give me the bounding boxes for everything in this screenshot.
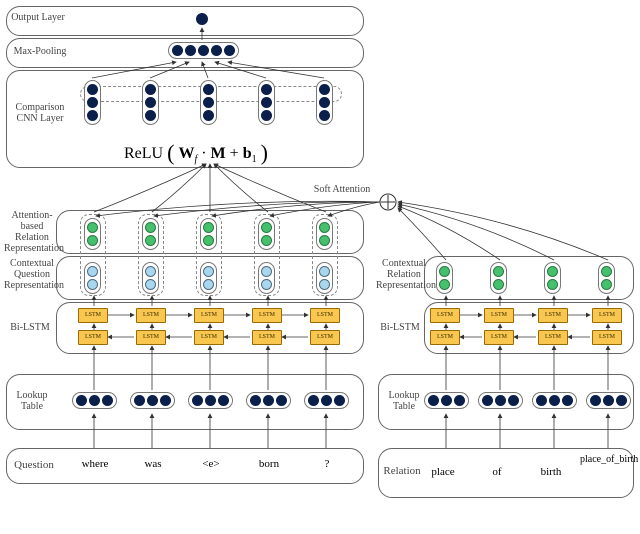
label-lookup-right: Lookup Table [382,390,426,412]
qtok-4: born [246,458,292,470]
lstm-l-t-4: LSTM [252,308,282,323]
ctxr-col-2 [490,262,507,294]
lk-r-3 [532,392,577,409]
label-cnn: Comparison CNN Layer [10,102,70,124]
cnn-col-5 [316,80,333,125]
soft-attention-icon [378,192,398,212]
paren-close: ) [261,140,268,165]
cnn-col-4 [258,80,275,125]
relu-label: ReLU [124,145,163,162]
lk-r-2 [478,392,523,409]
ctxr-col-4 [598,262,615,294]
lstm-r-b-4: LSTM [592,330,622,345]
ctxq-col-3 [200,262,217,294]
label-ctx-q: Contextual Question Representation [4,258,60,291]
m-matrix: M [211,145,226,162]
lstm-l-b-1: LSTM [78,330,108,345]
rtok-1: place [420,466,466,478]
w-sub: f [194,154,197,165]
lstm-l-t-3: LSTM [194,308,224,323]
label-bilstm-left: Bi-LSTM [8,322,52,333]
lstm-r-t-4: LSTM [592,308,622,323]
ctxq-col-2 [142,262,159,294]
rtok-3: birth [528,466,574,478]
lk-l-1 [72,392,117,409]
lstm-l-b-5: LSTM [310,330,340,345]
dot-op: · [201,145,210,162]
attn-col-1 [84,218,101,250]
lk-r-1 [424,392,469,409]
rtok-4: place_of_birth [580,454,632,465]
ctxr-col-3 [544,262,561,294]
qtok-3: <e> [188,458,234,470]
lstm-l-t-1: LSTM [78,308,108,323]
attn-col-3 [200,218,217,250]
cnn-col-1 [84,80,101,125]
lstm-r-b-1: LSTM [430,330,460,345]
lstm-l-t-5: LSTM [310,308,340,323]
b-sub: 1 [252,154,257,165]
attn-col-2 [142,218,159,250]
label-lookup-left: Lookup Table [10,390,54,412]
b-vec: b [243,145,252,162]
lk-l-4 [246,392,291,409]
lk-r-4 [586,392,631,409]
label-question: Question [12,460,56,471]
lstm-r-t-1: LSTM [430,308,460,323]
lk-l-2 [130,392,175,409]
qtok-2: was [130,458,176,470]
paren-open: ( [167,140,174,165]
lstm-r-t-2: LSTM [484,308,514,323]
lstm-r-b-2: LSTM [484,330,514,345]
output-node [196,13,208,25]
attn-col-4 [258,218,275,250]
rtok-2: of [474,466,520,478]
ctxr-col-1 [436,262,453,294]
lstm-l-b-3: LSTM [194,330,224,345]
maxpool-vector [168,42,239,59]
attn-col-5 [316,218,333,250]
lstm-r-b-3: LSTM [538,330,568,345]
plus-op: + [230,145,243,162]
qtok-5: ? [304,458,350,470]
ctxq-col-1 [84,262,101,294]
cnn-formula: ReLU ( Wf · M + b1 ) [124,138,268,165]
lstm-l-b-2: LSTM [136,330,166,345]
label-ctx-r: Contextual Relation Representation [376,258,432,291]
label-bilstm-right: Bi-LSTM [378,322,422,333]
label-soft-attn: Soft Attention [302,184,382,195]
cnn-col-3 [200,80,217,125]
lk-l-3 [188,392,233,409]
cnn-col-2 [142,80,159,125]
label-maxpool: Max-Pooling [10,46,70,57]
qtok-1: where [72,458,118,470]
label-relation: Relation [382,466,422,477]
lk-l-5 [304,392,349,409]
label-attn-rel: Attention-based Relation Representation [4,210,60,254]
ctxq-col-5 [316,262,333,294]
lstm-l-t-2: LSTM [136,308,166,323]
ctxq-col-4 [258,262,275,294]
w-matrix: W [178,145,194,162]
label-output: Output Layer [10,12,66,23]
lstm-r-t-3: LSTM [538,308,568,323]
lstm-l-b-4: LSTM [252,330,282,345]
